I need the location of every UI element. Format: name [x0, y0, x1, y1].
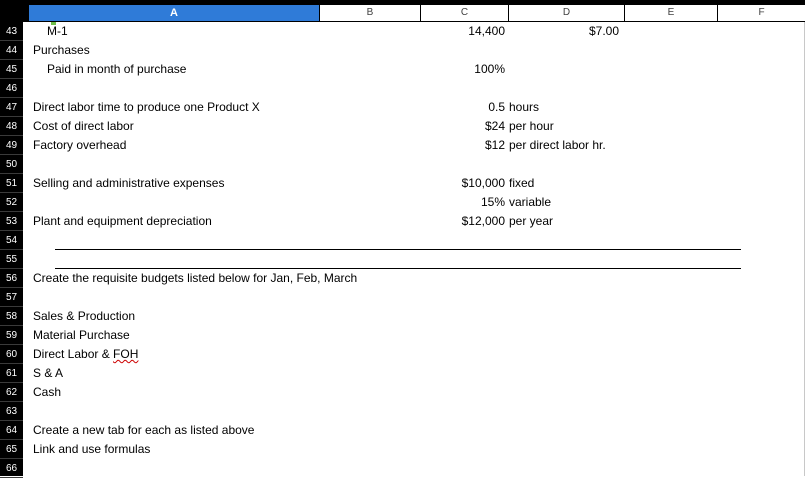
row-header-66[interactable]: 66: [0, 459, 23, 478]
cell-a45[interactable]: Paid in month of purchase: [47, 60, 186, 79]
row-header-43[interactable]: 43: [0, 22, 23, 41]
cell-a59[interactable]: Material Purchase: [33, 326, 130, 345]
cell-a49[interactable]: Factory overhead: [33, 136, 126, 155]
cell-d47[interactable]: hours: [509, 98, 539, 117]
row-header-45[interactable]: 45: [0, 60, 23, 79]
row-header-44[interactable]: 44: [0, 41, 23, 60]
cell-d51[interactable]: fixed: [509, 174, 534, 193]
spreadsheet: A B C D E F 43 44 45 46 47 48 49 50 51 52 53 54 55 56…: [0, 0, 805, 478]
cell-a51[interactable]: Selling and administrative expenses: [33, 174, 224, 193]
row-header-63[interactable]: 63: [0, 402, 23, 421]
spelling-error-mark: FOH: [113, 347, 139, 361]
row-header-54[interactable]: 54: [0, 231, 23, 250]
row-header-53[interactable]: 53: [0, 212, 23, 231]
cell-d52[interactable]: variable: [509, 193, 551, 212]
column-header-a[interactable]: A: [29, 5, 319, 21]
column-header-e[interactable]: E: [625, 5, 717, 21]
row-header-65[interactable]: 65: [0, 440, 23, 459]
column-header-bar: A B C D E F: [0, 0, 805, 22]
row-header-46[interactable]: 46: [0, 79, 23, 98]
row-header-bar: 43 44 45 46 47 48 49 50 51 52 53 54 55 56 57 58 59 60 61 62…: [0, 22, 23, 478]
cell-a43[interactable]: M-1: [47, 22, 68, 41]
row-header-64[interactable]: 64: [0, 421, 23, 440]
cell-a60[interactable]: Direct Labor & FOH: [33, 345, 138, 364]
cell-c48[interactable]: $24: [423, 117, 505, 136]
row-header-62[interactable]: 62: [0, 383, 23, 402]
cell-c53[interactable]: $12,000: [423, 212, 505, 231]
cell-d49[interactable]: per direct labor hr.: [509, 136, 606, 155]
row-header-48[interactable]: 48: [0, 117, 23, 136]
cell-d43[interactable]: $7.00: [513, 22, 619, 41]
row-header-60[interactable]: 60: [0, 345, 23, 364]
cell-c43[interactable]: 14,400: [423, 22, 505, 41]
row-header-51[interactable]: 51: [0, 174, 23, 193]
cell-a44[interactable]: Purchases: [33, 41, 90, 60]
row-header-57[interactable]: 57: [0, 288, 23, 307]
cell-a53[interactable]: Plant and equipment depreciation: [33, 212, 212, 231]
select-all-corner[interactable]: [0, 5, 23, 21]
column-header-b[interactable]: B: [320, 5, 420, 21]
cell-a47[interactable]: Direct labor time to produce one Product…: [33, 98, 260, 117]
cell-a61[interactable]: S & A: [33, 364, 63, 383]
row-header-59[interactable]: 59: [0, 326, 23, 345]
cell-grid[interactable]: M-1 14,400 $7.00 Purchases Paid in month…: [23, 22, 805, 476]
row-header-49[interactable]: 49: [0, 136, 23, 155]
cell-c45[interactable]: 100%: [423, 60, 505, 79]
column-header-d[interactable]: D: [509, 5, 624, 21]
cell-border-line: [55, 249, 741, 250]
column-header-f[interactable]: F: [718, 5, 805, 21]
row-header-52[interactable]: 52: [0, 193, 23, 212]
cell-c49[interactable]: $12: [423, 136, 505, 155]
cell-a65[interactable]: Link and use formulas: [33, 440, 150, 459]
cell-c47[interactable]: 0.5: [423, 98, 505, 117]
row-header-47[interactable]: 47: [0, 98, 23, 117]
cell-a64[interactable]: Create a new tab for each as listed abov…: [33, 421, 254, 440]
cell-c52[interactable]: 15%: [423, 193, 505, 212]
row-header-61[interactable]: 61: [0, 364, 23, 383]
row-header-50[interactable]: 50: [0, 155, 23, 174]
column-header-c[interactable]: C: [421, 5, 508, 21]
row-header-55[interactable]: 55: [0, 250, 23, 269]
row-header-58[interactable]: 58: [0, 307, 23, 326]
cell-c51[interactable]: $10,000: [423, 174, 505, 193]
cell-a48[interactable]: Cost of direct labor: [33, 117, 134, 136]
cell-a62[interactable]: Cash: [33, 383, 61, 402]
cell-a60-text: Direct Labor &: [33, 347, 114, 361]
row-header-56[interactable]: 56: [0, 269, 23, 288]
cell-a56[interactable]: Create the requisite budgets listed belo…: [33, 269, 357, 288]
cell-a58[interactable]: Sales & Production: [33, 307, 135, 326]
cell-d48[interactable]: per hour: [509, 117, 554, 136]
cell-d53[interactable]: per year: [509, 212, 553, 231]
